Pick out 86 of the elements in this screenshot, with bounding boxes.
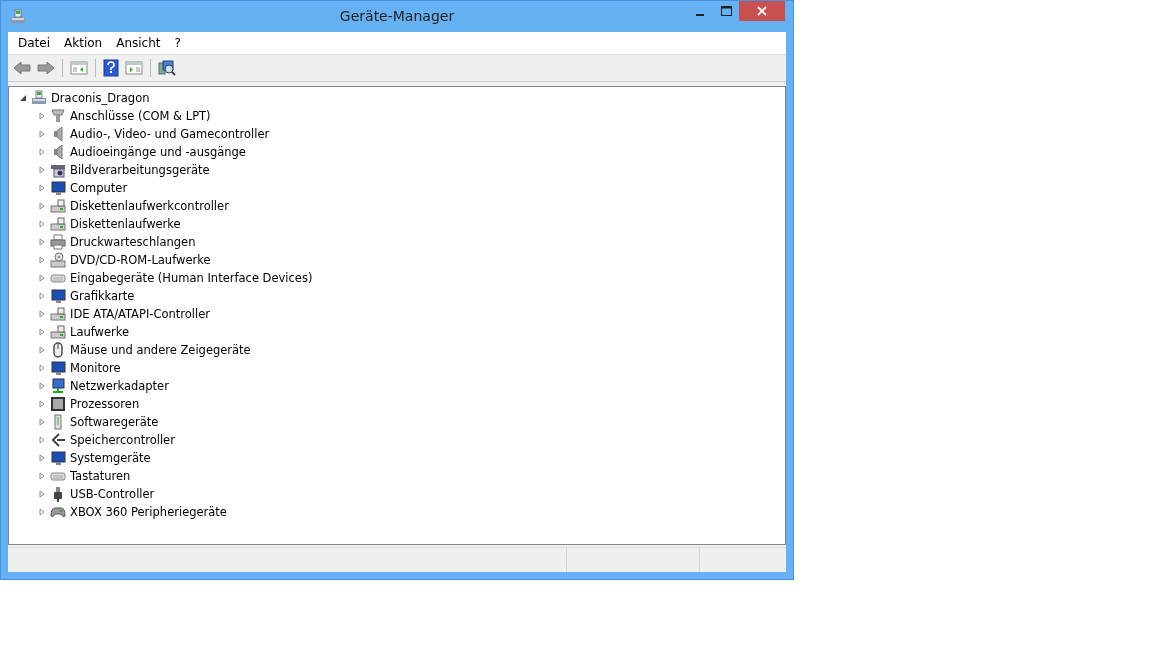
expand-arrow-icon[interactable] [38,184,46,192]
tree-item[interactable]: Eingabegeräte (Human Interface Devices) [70,271,313,285]
forward-arrow-icon [37,60,55,76]
expand-arrow-icon[interactable] [38,508,46,516]
help-button[interactable] [101,58,121,78]
menu-item[interactable]: Aktion [57,36,110,50]
monitor-icon [50,288,66,304]
tree-item[interactable]: Computer [70,181,128,195]
tree-item[interactable]: Monitore [70,361,121,375]
expand-arrow-icon[interactable] [38,490,46,498]
mouse-icon [50,342,66,358]
connector-icon [50,108,66,124]
tree-item[interactable]: Speichercontroller [70,433,175,447]
expand-arrow-icon[interactable] [38,346,46,354]
close-button[interactable] [739,1,785,21]
tree-item[interactable]: DVD/CD-ROM-Laufwerke [70,253,211,267]
expand-arrow-icon[interactable] [38,436,46,444]
back-arrow-icon [13,60,31,76]
drive-icon [50,306,66,322]
close-icon [757,6,767,16]
tree-item[interactable]: Draconis_Dragon [51,91,150,105]
camera-icon [50,162,66,178]
tree-item[interactable]: Laufwerke [70,325,130,339]
expand-arrow-icon[interactable] [38,292,46,300]
expand-arrow-icon[interactable] [38,112,46,120]
tree-item[interactable]: Diskettenlaufwerkcontroller [70,199,229,213]
tree-item[interactable]: Mäuse und andere Zeigegeräte [70,343,251,357]
gamepad-icon [50,504,66,520]
printer-icon [50,234,66,250]
tree-item[interactable]: Audioeingänge und -ausgänge [70,145,246,159]
tree-item[interactable]: XBOX 360 Peripheriegeräte [70,505,227,519]
network-icon [50,378,66,394]
tree-item[interactable]: Softwaregeräte [70,415,159,429]
expand-arrow-icon[interactable] [38,148,46,156]
tree-item[interactable]: Prozessoren [70,397,140,411]
chip-icon [50,396,66,412]
window-title: Geräte-Manager [339,8,455,24]
back-button[interactable] [11,59,33,77]
drive-icon [50,198,66,214]
tree-item[interactable]: Tastaturen [70,469,131,483]
expand-arrow-icon[interactable] [38,382,46,390]
collapse-arrow-icon[interactable] [19,94,27,102]
monitor-icon [50,360,66,376]
window-pane-icon [125,60,143,76]
expand-arrow-icon[interactable] [38,274,46,282]
tree-item[interactable]: Systemgeräte [70,451,151,465]
expand-arrow-icon[interactable] [38,328,46,336]
tree-item[interactable]: Anschlüsse (COM & LPT) [70,109,211,123]
tree-item[interactable]: IDE ATA/ATAPI-Controller [70,307,211,321]
menu-item[interactable]: ? [167,36,188,50]
expand-arrow-icon[interactable] [38,310,46,318]
menu-item[interactable]: Ansicht [109,36,168,50]
drive-icon [50,216,66,232]
maximize-icon [720,6,732,16]
panel-toggle-button[interactable] [68,59,90,77]
help-icon [103,59,119,77]
tree-item[interactable]: Diskettenlaufwerke [70,217,181,231]
expand-arrow-icon[interactable] [38,220,46,228]
drive-icon [50,324,66,340]
expand-arrow-icon[interactable] [38,400,46,408]
expand-arrow-icon[interactable] [38,130,46,138]
magnifier-monitor-icon [158,59,176,77]
tree-item[interactable]: Netzwerkadapter [70,379,169,393]
tree-item[interactable]: Audio-, Video- und Gamecontroller [70,127,270,141]
disc-drive-icon [50,252,66,268]
forward-button[interactable] [35,59,57,77]
tree-item[interactable]: Druckwarteschlangen [70,235,196,249]
scan-hardware-button[interactable] [156,58,178,78]
expand-arrow-icon[interactable] [38,454,46,462]
expand-arrow-icon[interactable] [38,256,46,264]
expand-arrow-icon[interactable] [38,364,46,372]
expand-arrow-icon[interactable] [38,202,46,210]
expand-arrow-icon[interactable] [38,472,46,480]
monitor-icon [50,180,66,196]
minimize-icon [696,14,704,16]
menu-item[interactable]: Datei [11,36,57,50]
window-pane-icon [70,60,88,76]
tree-item[interactable]: Bildverarbeitungsgeräte [70,163,210,177]
expand-arrow-icon[interactable] [38,166,46,174]
tree-item[interactable]: Grafikkarte [70,289,135,303]
computer-icon [10,8,26,25]
tree-item[interactable]: USB-Controller [70,487,155,501]
monitor-icon [50,450,66,466]
computer-icon [31,90,47,106]
expand-arrow-icon[interactable] [38,418,46,426]
expand-arrow-icon[interactable] [38,238,46,246]
